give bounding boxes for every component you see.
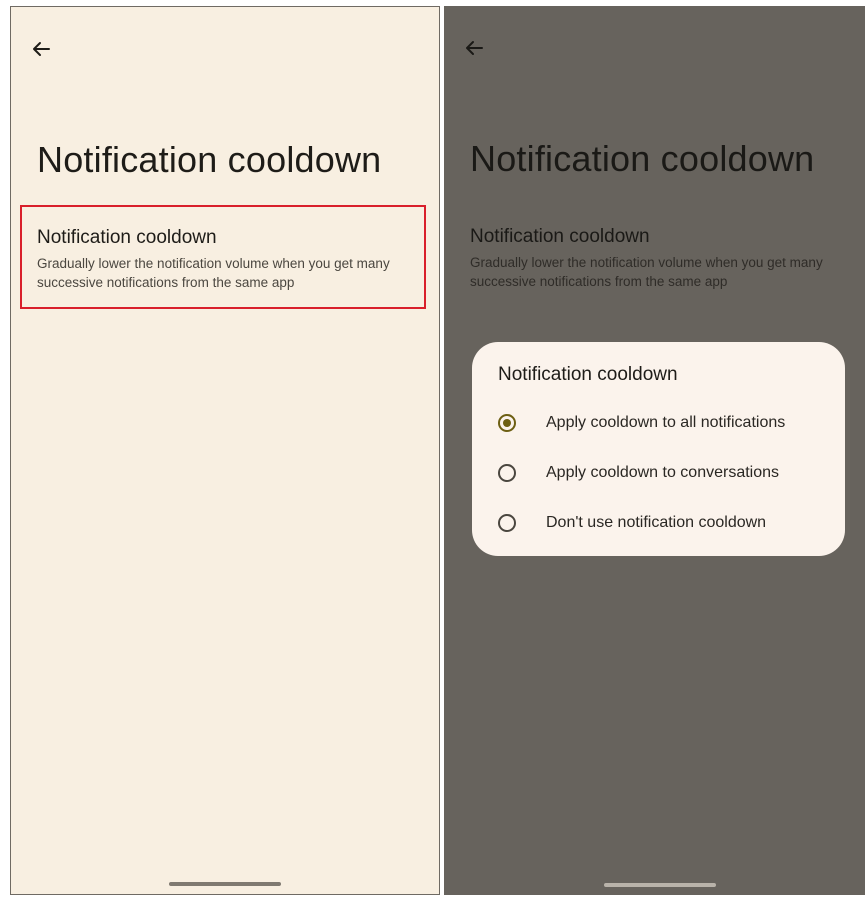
left-phone-screen: Notification cooldown Notification coold…	[10, 6, 440, 895]
comparison-stage: Notification cooldown Notification coold…	[0, 0, 865, 902]
option-all-notifications[interactable]: Apply cooldown to all notifications	[498, 409, 785, 437]
option-label: Apply cooldown to conversations	[546, 464, 780, 481]
back-button[interactable]	[462, 36, 486, 60]
highlight-box	[20, 205, 426, 309]
option-label: Apply cooldown to all notifications	[546, 414, 786, 431]
home-indicator[interactable]	[604, 883, 716, 887]
option-dont-use[interactable]: Don't use notification cooldown	[498, 509, 766, 537]
setting-title: Notification cooldown	[470, 226, 650, 247]
page-title: Notification cooldown	[37, 139, 382, 180]
radio-button[interactable]	[498, 514, 516, 532]
setting-description: Gradually lower the notification volume …	[470, 255, 823, 289]
back-button[interactable]	[29, 37, 53, 61]
arrow-left-icon	[466, 41, 483, 55]
page-title: Notification cooldown	[470, 138, 815, 179]
right-phone-screen: Notification cooldown Notification coold…	[444, 6, 865, 895]
radio-button[interactable]	[498, 464, 516, 482]
option-conversations[interactable]: Apply cooldown to conversations	[498, 459, 779, 487]
arrow-left-icon	[33, 42, 50, 56]
radio-button-selected[interactable]	[498, 414, 516, 432]
notification-cooldown-setting[interactable]: Notification cooldown Gradually lower th…	[470, 225, 852, 291]
dialog-title: Notification cooldown	[498, 364, 678, 385]
cooldown-dialog: Notification cooldown Apply cooldown to …	[472, 342, 845, 556]
home-indicator[interactable]	[169, 882, 281, 886]
option-label: Don't use notification cooldown	[546, 514, 767, 531]
